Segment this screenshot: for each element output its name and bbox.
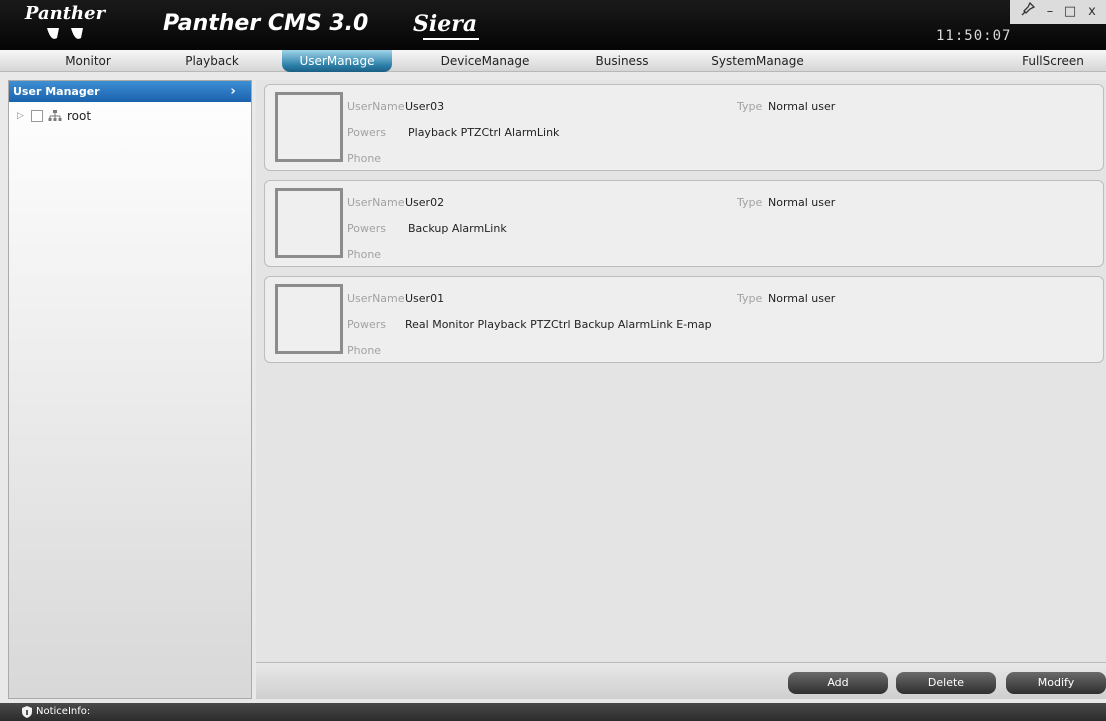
user-card[interactable]: UserName User03 Powers Playback PTZCtrl … [264, 84, 1104, 171]
clock: 11:50:07 [936, 28, 1012, 44]
type-label: Type [737, 196, 763, 209]
nav-playback[interactable]: Playback [172, 50, 252, 72]
tree-checkbox[interactable] [31, 110, 43, 122]
sidebar-title: User Manager [13, 85, 100, 98]
pin-icon[interactable] [1018, 1, 1038, 22]
phone-label: Phone [347, 152, 382, 165]
powers-value: Backup AlarmLink [408, 222, 507, 235]
brand-logo: Siera [413, 10, 479, 40]
brand-underline [423, 38, 479, 40]
powers-value: Real Monitor Playback PTZCtrl Backup Ala… [405, 318, 712, 331]
shield-info-icon [22, 706, 32, 718]
status-bar: NoticeInfo: [0, 703, 1106, 721]
close-button[interactable]: x [1082, 2, 1102, 22]
expand-arrow-icon[interactable]: ▷ [17, 109, 27, 123]
window-controls: – □ x [1010, 0, 1106, 24]
tree-node-root[interactable]: ▷ root [17, 108, 237, 124]
user-card[interactable]: UserName User01 Powers Real Monitor Play… [264, 276, 1104, 363]
network-group-icon [48, 110, 62, 121]
minimize-button[interactable]: – [1040, 2, 1060, 22]
main-nav: Monitor Playback UserManage DeviceManage… [0, 50, 1106, 72]
maximize-button[interactable]: □ [1060, 2, 1080, 22]
logo-text: Panther [24, 3, 106, 24]
user-avatar [275, 92, 343, 162]
type-label: Type [737, 292, 763, 305]
modify-button[interactable]: Modify [1006, 672, 1106, 694]
panther-logo: Panther [17, 2, 113, 48]
type-value: Normal user [768, 292, 836, 305]
brand-text: Siera [413, 11, 478, 37]
notice-info-label: NoticeInfo: [36, 706, 91, 717]
powers-label: Powers [347, 126, 386, 139]
pin-icon-glyph [1021, 1, 1036, 16]
powers-label: Powers [347, 318, 386, 331]
type-label: Type [737, 100, 763, 113]
nav-usermanage[interactable]: UserManage [282, 50, 392, 72]
delete-button[interactable]: Delete [896, 672, 996, 694]
username-label: UserName [347, 196, 405, 209]
username-label: UserName [347, 292, 405, 305]
username-label: UserName [347, 100, 405, 113]
nav-monitor[interactable]: Monitor [48, 50, 128, 72]
tree-label-root: root [67, 109, 92, 123]
phone-label: Phone [347, 344, 382, 357]
user-list-panel: UserName User03 Powers Playback PTZCtrl … [256, 80, 1106, 662]
user-avatar [275, 284, 343, 354]
user-avatar [275, 188, 343, 258]
nav-business[interactable]: Business [582, 50, 662, 72]
add-button[interactable]: Add [788, 672, 888, 694]
username-value: User01 [405, 292, 445, 305]
username-value: User02 [405, 196, 445, 209]
nav-fullscreen[interactable]: FullScreen [1008, 50, 1098, 72]
panther-paws-icon [47, 28, 83, 39]
username-value: User03 [405, 100, 445, 113]
sidebar: User Manager › ▷ root [8, 80, 252, 699]
powers-label: Powers [347, 222, 386, 235]
sidebar-header[interactable]: User Manager › [9, 81, 251, 102]
powers-value: Playback PTZCtrl AlarmLink [408, 126, 560, 139]
app-title: Panther CMS 3.0 [163, 11, 369, 36]
nav-systemmanage[interactable]: SystemManage [700, 50, 815, 72]
action-bar: Add Delete Modify [256, 662, 1106, 699]
title-bar: Panther Panther CMS 3.0 Siera 11:50:07 –… [0, 0, 1106, 50]
phone-label: Phone [347, 248, 382, 261]
type-value: Normal user [768, 100, 836, 113]
type-value: Normal user [768, 196, 836, 209]
chevron-right-icon[interactable]: › [223, 81, 243, 102]
nav-devicemanage[interactable]: DeviceManage [430, 50, 540, 72]
user-card[interactable]: UserName User02 Powers Backup AlarmLink … [264, 180, 1104, 267]
